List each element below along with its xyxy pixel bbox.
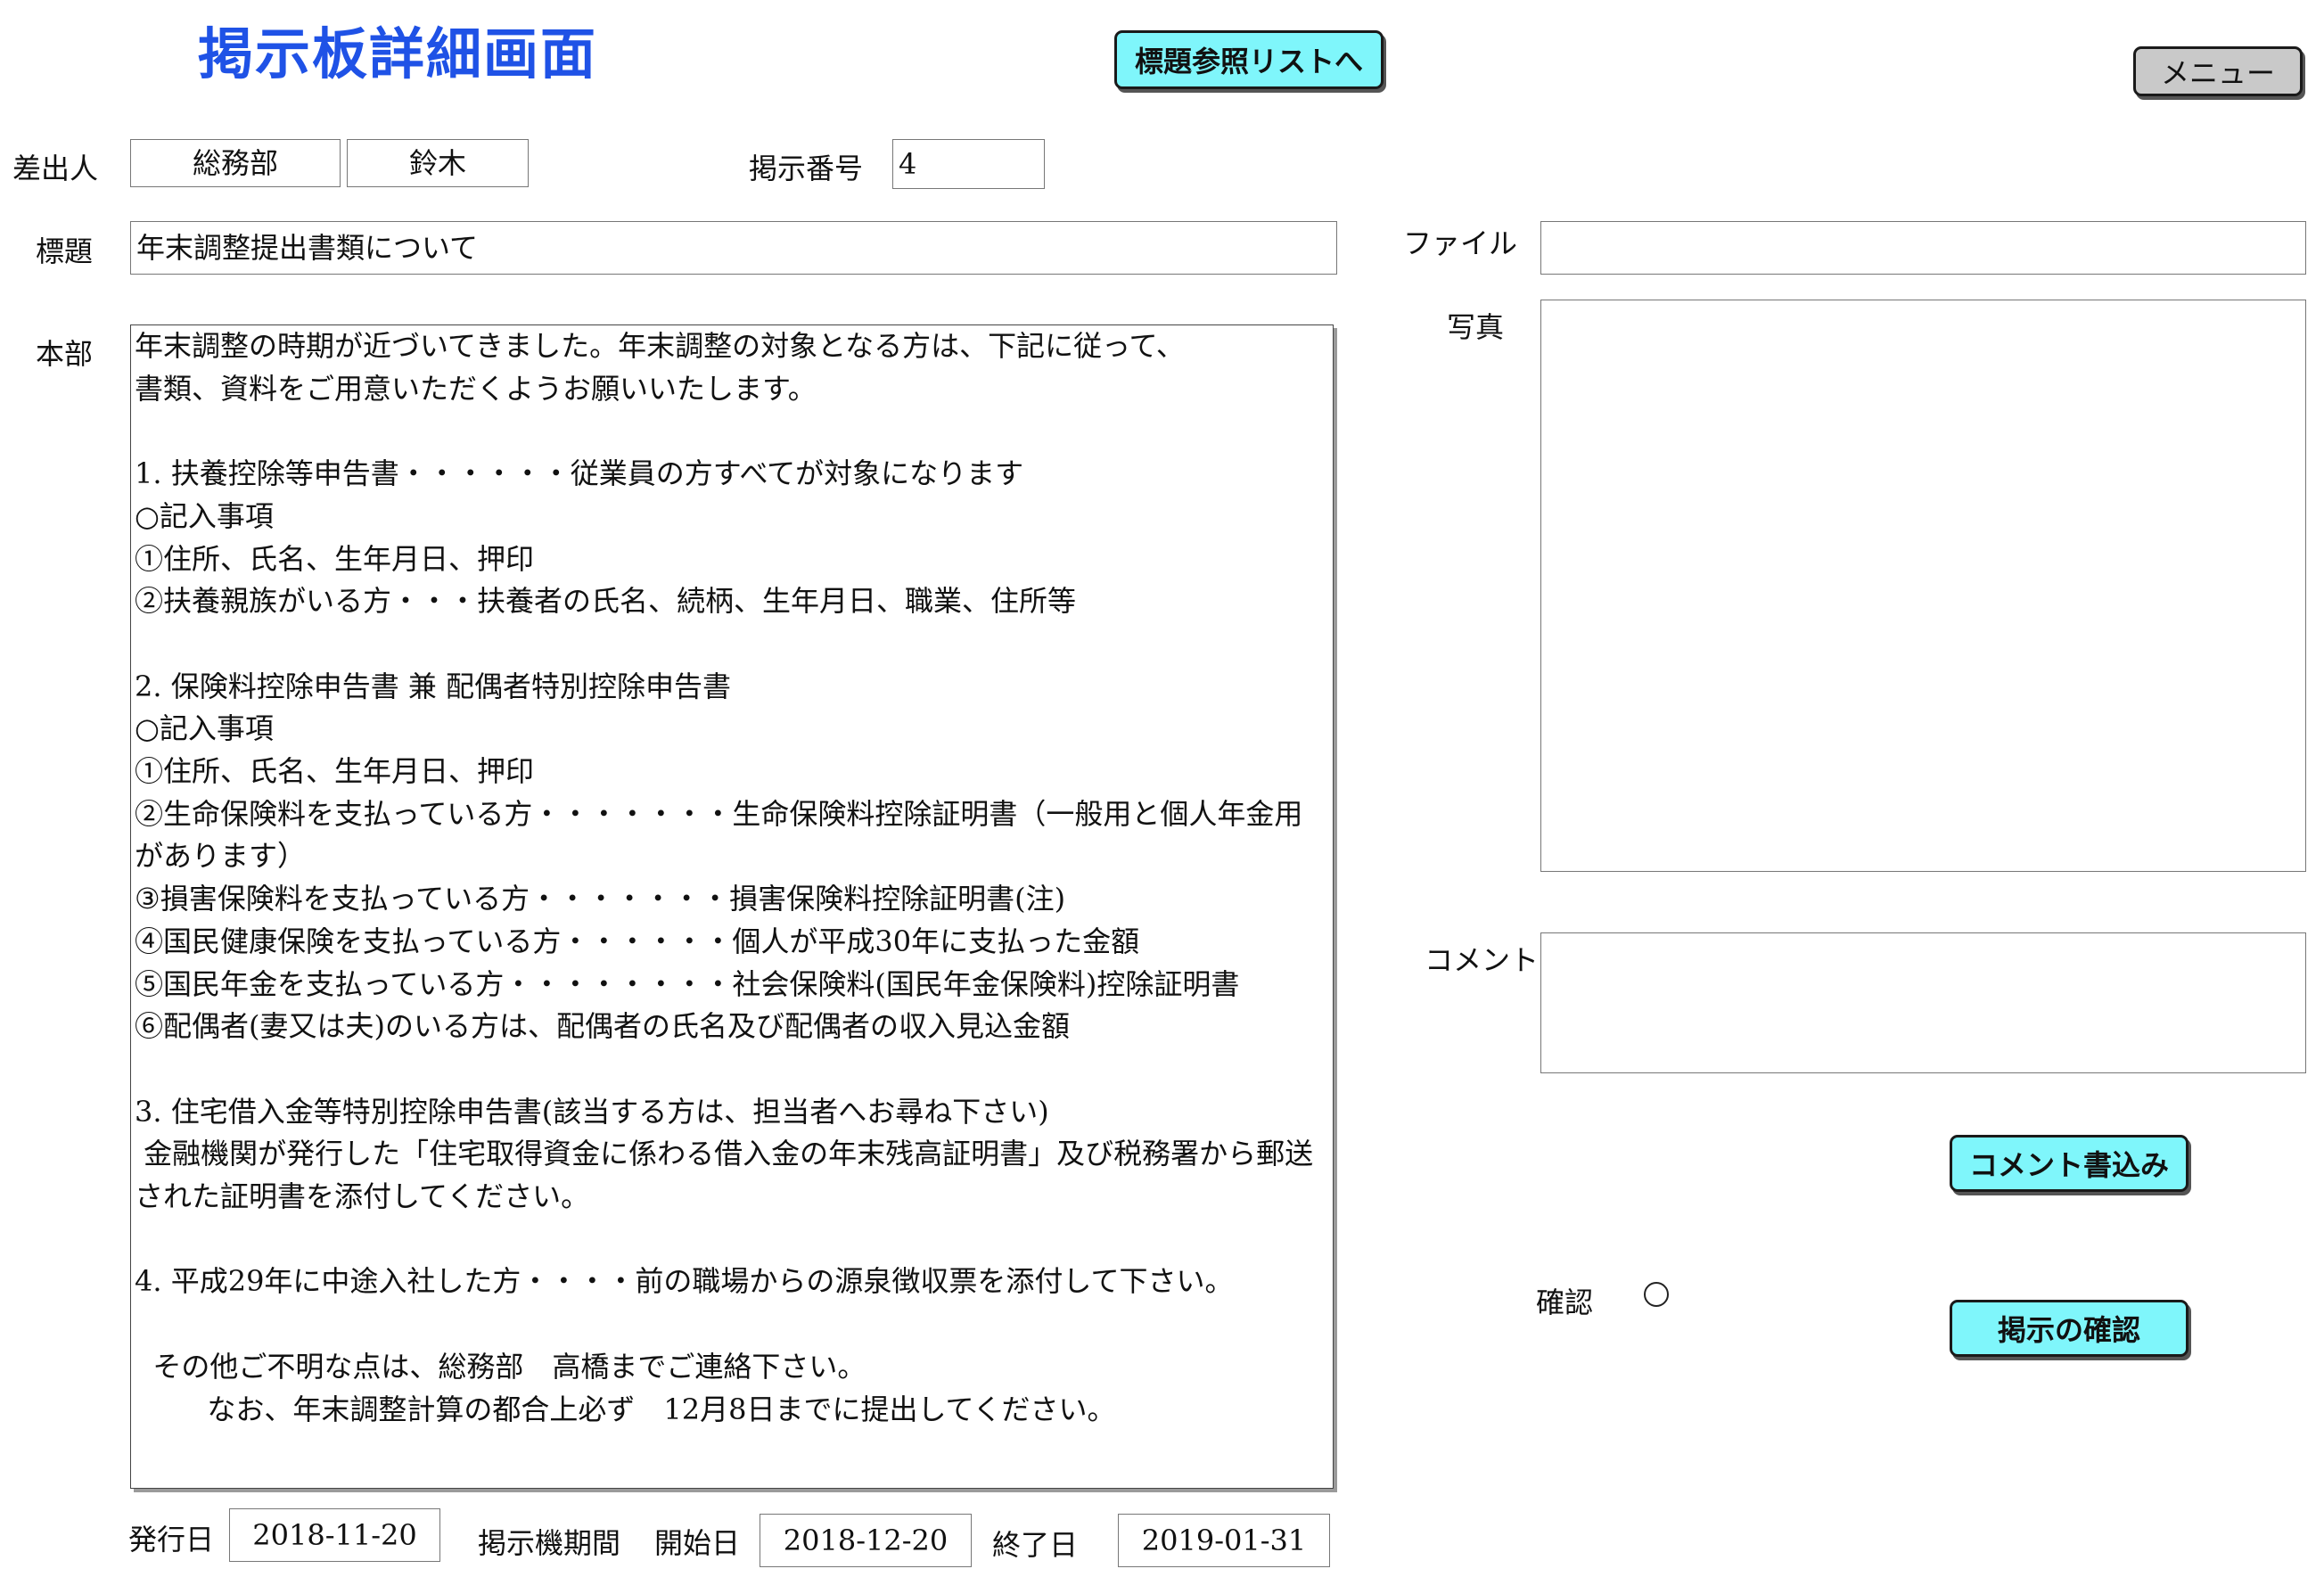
comment-field[interactable] (1540, 932, 2306, 1073)
menu-button[interactable]: メニュー (2133, 46, 2303, 96)
sender-name-field[interactable]: 鈴木 (347, 139, 529, 187)
body-text-area[interactable]: 年末調整の時期が近づいてきました。年末調整の対象となる方は、下記に従って、 書類… (130, 324, 1334, 1489)
photo-label: 写真 (1447, 310, 1505, 344)
post-number-label: 掲示番号 (749, 152, 864, 185)
start-date-field[interactable]: 2018-12-20 (760, 1514, 972, 1567)
end-date-field[interactable]: 2019-01-31 (1118, 1514, 1330, 1567)
end-date-label: 終了日 (992, 1528, 1079, 1562)
comment-write-button[interactable]: コメント書込み (1950, 1135, 2189, 1192)
confirm-post-button[interactable]: 掲示の確認 (1950, 1300, 2189, 1357)
issue-date-field[interactable]: 2018-11-20 (229, 1508, 440, 1562)
sender-label: 差出人 (12, 152, 99, 185)
issue-date-label: 発行日 (128, 1523, 215, 1556)
confirm-label: 確認 (1536, 1285, 1594, 1319)
title-list-button[interactable]: 標題参照リストへ (1114, 30, 1384, 89)
photo-area[interactable] (1540, 300, 2306, 872)
body-label: 本部 (36, 337, 94, 371)
page-title: 掲示板詳細画面 (198, 21, 598, 86)
file-field[interactable] (1540, 221, 2306, 275)
posting-period-label: 掲示機期間 (478, 1526, 621, 1560)
post-number-field[interactable]: 4 (892, 139, 1045, 189)
sender-department-field[interactable]: 総務部 (130, 139, 341, 187)
comment-label: コメント (1425, 943, 1540, 977)
subject-label: 標題 (36, 234, 94, 268)
subject-field[interactable]: 年末調整提出書類について (130, 221, 1337, 275)
confirm-radio[interactable] (1644, 1282, 1669, 1307)
file-label: ファイル (1403, 226, 1518, 260)
start-date-label: 開始日 (654, 1526, 741, 1560)
